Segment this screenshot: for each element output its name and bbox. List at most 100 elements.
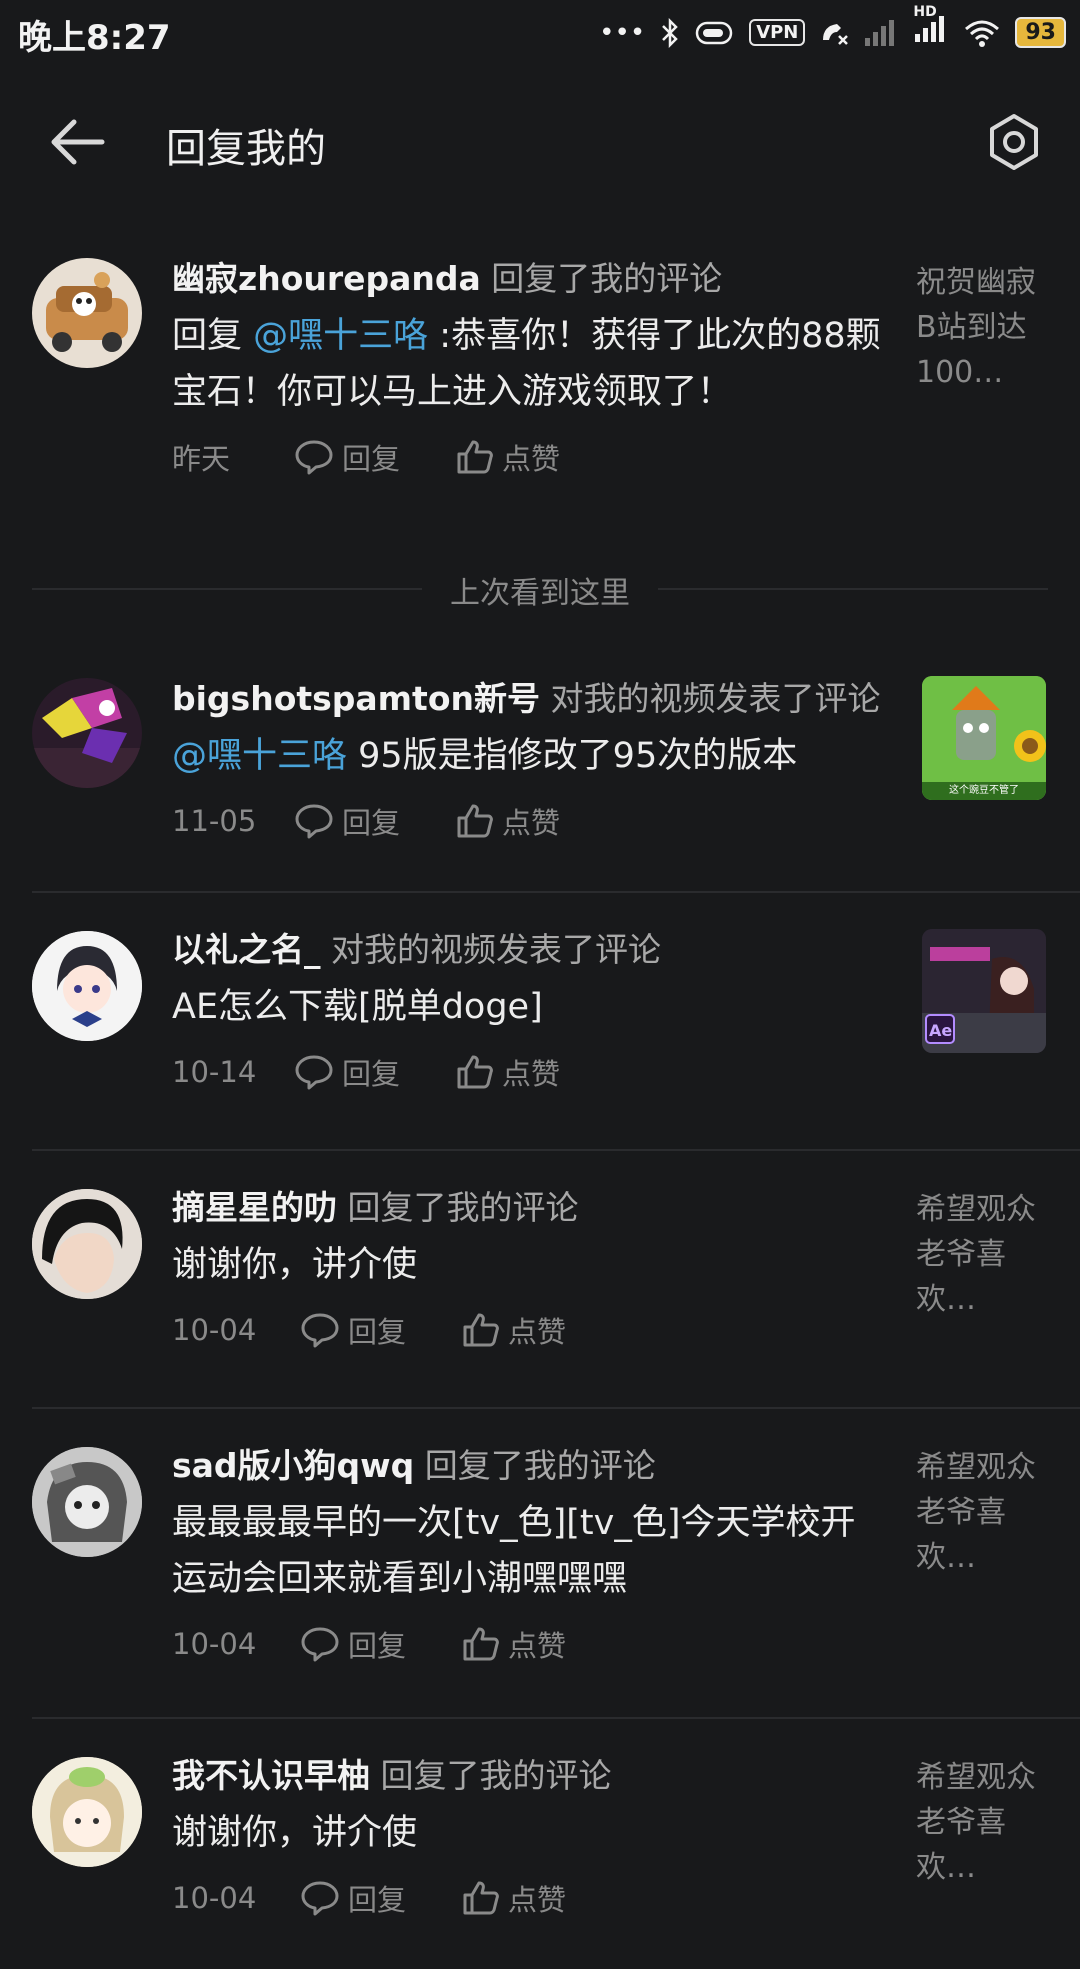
- signal-hd-icon: HD: [913, 4, 949, 51]
- username[interactable]: sad版小狗qwq: [172, 1446, 414, 1485]
- comment-text[interactable]: 最最最最早的一次[tv_色][tv_色]今天学校开运动会回来就看到小潮嘿嘿嘿: [172, 1495, 882, 1607]
- thumbs-up-icon: [457, 804, 493, 838]
- action-text: 回复了我的评论: [380, 1756, 612, 1795]
- item-header: bigshotspamton新号 对我的视频发表了评论: [172, 676, 892, 722]
- username[interactable]: 幽寂zhourepanda: [172, 259, 481, 298]
- comment-text[interactable]: 谢谢你，讲介使: [172, 1237, 892, 1293]
- app-header: 回复我的: [0, 68, 1080, 218]
- item-body: 以礼之名_ 对我的视频发表了评论 AE怎么下载[脱单doge] 10-14 回复…: [172, 927, 892, 1093]
- comment-text[interactable]: 回复 @嘿十三咯 :恭喜你！获得了此次的88颗宝石！你可以马上进入游戏领取了！: [172, 308, 892, 420]
- list-item[interactable]: sad版小狗qwq 回复了我的评论 最最最最早的一次[tv_色][tv_色]今天…: [0, 1409, 1080, 1719]
- item-header: sad版小狗qwq 回复了我的评论: [172, 1443, 892, 1489]
- reply-button[interactable]: 回复: [300, 1623, 406, 1665]
- action-text: 回复了我的评论: [347, 1188, 579, 1227]
- comment-bubble-icon: [295, 1055, 333, 1090]
- last-seen-label: 上次看到这里: [450, 576, 630, 611]
- like-label: 点赞: [508, 1629, 567, 1663]
- like-button[interactable]: 点赞: [456, 800, 560, 842]
- list-item[interactable]: 以礼之名_ 对我的视频发表了评论 AE怎么下载[脱单doge] 10-14 回复…: [0, 893, 1080, 1151]
- content-prefix: 最最最最早的一次[tv_色][tv_色]今天学校开运动会回来就看到小潮嘿嘿嘿: [172, 1503, 856, 1599]
- reply-button[interactable]: 回复: [294, 1051, 400, 1093]
- comment-text[interactable]: 谢谢你，讲介使: [172, 1805, 892, 1861]
- action-text: 对我的视频发表了评论: [550, 679, 881, 718]
- mention-link[interactable]: @嘿十三咯: [253, 316, 428, 356]
- username[interactable]: 我不认识早柚: [172, 1756, 370, 1795]
- video-thumbnail[interactable]: Ae: [922, 929, 1046, 1053]
- settings-gear-icon[interactable]: [984, 112, 1044, 172]
- list-item[interactable]: bigshotspamton新号 对我的视频发表了评论 @嘿十三咯 95版是指修…: [0, 638, 1080, 893]
- comment-bubble-icon: [295, 804, 333, 839]
- like-button[interactable]: 点赞: [456, 1051, 560, 1093]
- item-meta: 10-04 回复 点赞: [172, 1623, 892, 1665]
- avatar[interactable]: [32, 1447, 142, 1557]
- reply-button[interactable]: 回复: [300, 1877, 406, 1919]
- reply-label: 回复: [342, 442, 401, 476]
- video-thumbnail[interactable]: 这个豌豆不管了: [922, 676, 1046, 800]
- reply-label: 回复: [342, 1057, 401, 1091]
- avatar[interactable]: [32, 931, 142, 1041]
- avatar[interactable]: [32, 1189, 142, 1299]
- username[interactable]: bigshotspamton新号: [172, 679, 540, 718]
- like-button[interactable]: 点赞: [462, 1877, 566, 1919]
- comment-date: 昨天: [172, 442, 231, 476]
- comment-text[interactable]: @嘿十三咯 95版是指修改了95次的版本: [172, 728, 892, 784]
- ae-logo-text: Ae: [929, 1021, 953, 1040]
- item-body: sad版小狗qwq 回复了我的评论 最最最最早的一次[tv_色][tv_色]今天…: [172, 1443, 892, 1665]
- like-button[interactable]: 点赞: [456, 436, 560, 478]
- item-meta: 昨天 回复 点赞: [172, 436, 892, 478]
- mention-link[interactable]: @嘿十三咯: [172, 736, 347, 776]
- like-label: 点赞: [502, 1057, 561, 1091]
- comment-bubble-icon: [301, 1881, 339, 1916]
- status-time: 晚上8:27: [18, 18, 171, 58]
- back-arrow-icon[interactable]: [48, 116, 108, 168]
- comment-bubble-icon: [301, 1627, 339, 1662]
- thumbs-up-icon: [463, 1313, 499, 1347]
- list-item[interactable]: 我不认识早柚 回复了我的评论 谢谢你，讲介使 10-04 回复 点赞 希望观众老…: [0, 1719, 1080, 1969]
- avatar[interactable]: [32, 258, 142, 368]
- avatar[interactable]: [32, 1757, 142, 1867]
- item-body: 幽寂zhourepanda 回复了我的评论 回复 @嘿十三咯 :恭喜你！获得了此…: [172, 256, 892, 478]
- thumbs-up-icon: [457, 440, 493, 474]
- item-header: 摘星星的叻 回复了我的评论: [172, 1185, 892, 1231]
- comment-text[interactable]: AE怎么下载[脱单doge]: [172, 979, 892, 1035]
- username[interactable]: 摘星星的叻: [172, 1188, 337, 1227]
- original-comment-preview[interactable]: 希望观众老爷喜欢…: [916, 1445, 1040, 1580]
- content-suffix: 95版是指修改了95次的版本: [347, 736, 798, 776]
- username[interactable]: 以礼之名_: [172, 930, 321, 969]
- vpn-icon: VPN: [749, 19, 806, 46]
- content-prefix: 谢谢你，讲介使: [172, 1245, 418, 1285]
- last-seen-divider: 上次看到这里: [0, 538, 1080, 638]
- thumbs-up-icon: [457, 1055, 493, 1089]
- reply-label: 回复: [348, 1315, 407, 1349]
- like-label: 点赞: [508, 1883, 567, 1917]
- action-text: 回复了我的评论: [424, 1446, 656, 1485]
- comment-date: 11-05: [172, 804, 257, 838]
- avatar[interactable]: [32, 678, 142, 788]
- status-bar: 晚上8:27 ••• VPN HD 93: [0, 0, 1080, 68]
- list-item[interactable]: 摘星星的叻 回复了我的评论 谢谢你，讲介使 10-04 回复 点赞 希望观众老爷…: [0, 1151, 1080, 1409]
- reply-button[interactable]: 回复: [300, 1309, 406, 1351]
- phone-missed-icon: [823, 23, 849, 45]
- list-item[interactable]: 幽寂zhourepanda 回复了我的评论 回复 @嘿十三咯 :恭喜你！获得了此…: [0, 218, 1080, 538]
- reply-label: 回复: [348, 1883, 407, 1917]
- divider-line: [658, 588, 1048, 590]
- more-dots-icon: •••: [599, 17, 646, 48]
- item-meta: 10-04 回复 点赞: [172, 1309, 892, 1351]
- item-meta: 10-04 回复 点赞: [172, 1877, 892, 1919]
- content-prefix: 回复: [172, 316, 254, 356]
- item-body: bigshotspamton新号 对我的视频发表了评论 @嘿十三咯 95版是指修…: [172, 676, 892, 842]
- original-comment-preview[interactable]: 希望观众老爷喜欢…: [916, 1187, 1040, 1322]
- page-title: 回复我的: [166, 126, 326, 172]
- like-button[interactable]: 点赞: [462, 1309, 566, 1351]
- reply-button[interactable]: 回复: [294, 800, 400, 842]
- like-button[interactable]: 点赞: [462, 1623, 566, 1665]
- comment-date: 10-04: [172, 1881, 257, 1915]
- comment-date: 10-04: [172, 1627, 257, 1661]
- original-comment-preview[interactable]: 希望观众老爷喜欢…: [916, 1755, 1040, 1890]
- item-header: 以礼之名_ 对我的视频发表了评论: [172, 927, 892, 973]
- thumbnail-caption: 这个豌豆不管了: [949, 785, 1019, 796]
- reply-button[interactable]: 回复: [294, 436, 400, 478]
- signal-hd-label: HD: [913, 4, 937, 20]
- battery-saver-icon: [695, 21, 733, 44]
- original-comment-preview[interactable]: 祝贺幽寂B站到达100…: [916, 260, 1040, 395]
